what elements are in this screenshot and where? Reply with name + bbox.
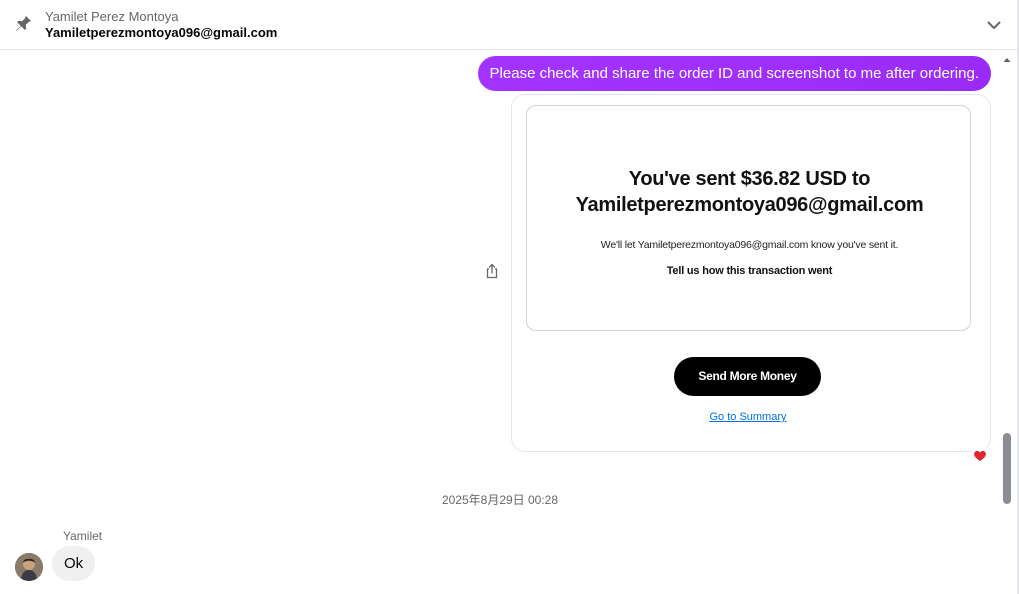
chevron-down-icon[interactable] (985, 16, 1003, 34)
contact-email: Yamiletperezmontoya096@gmail.com (45, 25, 278, 40)
screenshot-attachment[interactable]: You've sent $36.82 USD to Yamiletperezmo… (511, 94, 991, 452)
scroll-up-arrow-icon[interactable] (1002, 52, 1012, 62)
avatar[interactable] (15, 553, 43, 581)
heart-icon[interactable] (971, 446, 989, 464)
feedback-prompt: Tell us how this transaction went (666, 265, 833, 277)
scrollbar-thumb[interactable] (1003, 433, 1011, 504)
incoming-message[interactable]: Ok (52, 546, 96, 581)
message-timestamp: 2025年8月29日 00:28 (441, 493, 559, 507)
payment-title: You've sent $36.82 USD to Yamiletperezmo… (527, 166, 972, 218)
go-to-summary-link: Go to Summary (709, 411, 787, 423)
send-more-money-button: Send More Money (674, 357, 821, 396)
chat-window: Yamilet Perez Montoya Yamiletperezmontoy… (0, 0, 1019, 594)
contact-name: Yamilet Perez Montoya (45, 9, 179, 24)
scrollbar[interactable] (1001, 50, 1013, 594)
sender-name: Yamilet (63, 529, 103, 543)
payment-title-line2: Yamiletperezmontoya096@gmail.com (575, 194, 924, 216)
payment-note: We'll let Yamiletperezmontoya096@gmail.c… (600, 239, 899, 251)
outgoing-message[interactable]: Please check and share the order ID and … (477, 56, 991, 91)
pin-icon[interactable] (12, 13, 34, 35)
chat-header: Yamilet Perez Montoya Yamiletperezmontoy… (0, 0, 1017, 50)
payment-confirmation-card: You've sent $36.82 USD to Yamiletperezmo… (526, 105, 971, 331)
payment-title-line1: You've sent $36.82 USD to (628, 168, 871, 190)
share-icon[interactable] (485, 263, 499, 279)
